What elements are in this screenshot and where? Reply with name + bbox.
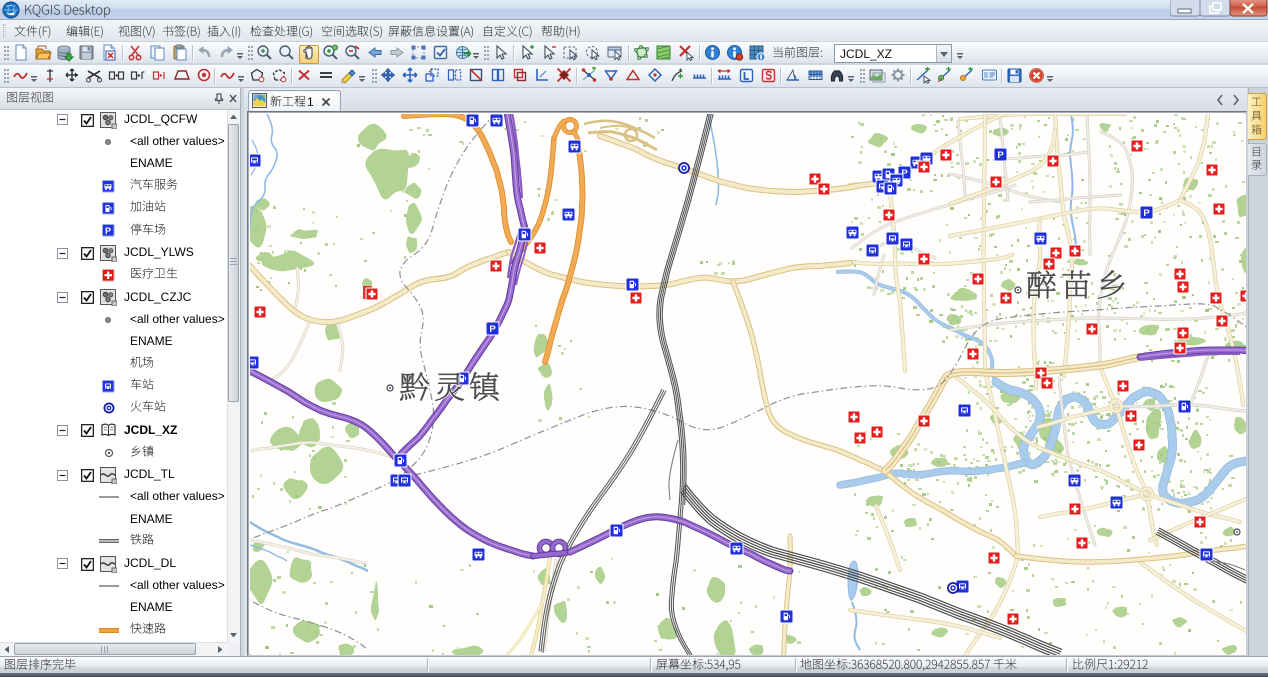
svg-text:P: P bbox=[105, 226, 111, 236]
svg-text:P: P bbox=[1143, 208, 1150, 219]
svg-text:P: P bbox=[489, 324, 496, 335]
svg-text:P: P bbox=[997, 150, 1004, 161]
